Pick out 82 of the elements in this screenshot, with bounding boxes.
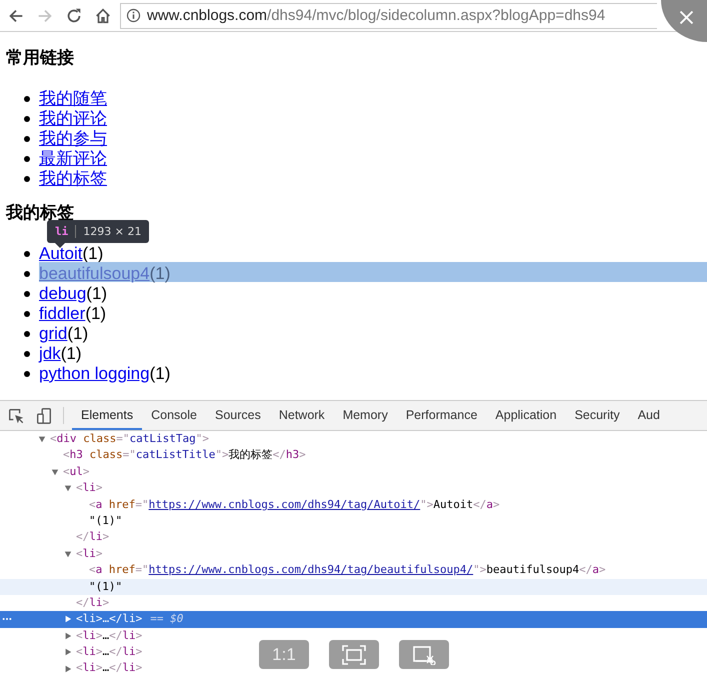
url-text: www.cnblogs.com/dhs94/mvc/blog/sidecolumn.aspx?blogApp=dhs94 xyxy=(147,7,606,24)
section-heading: 常用链接 xyxy=(6,47,75,70)
count-text: (1) xyxy=(86,284,108,304)
size-text: 1293 × 21 xyxy=(83,224,142,240)
more-icon[interactable] xyxy=(2,617,12,622)
link[interactable]: 最新评论 xyxy=(39,149,107,169)
count-text: (1) xyxy=(60,344,82,364)
hovered-node-row[interactable]: "(1)" xyxy=(0,578,707,595)
inspect-icon[interactable] xyxy=(7,406,25,424)
link[interactable]: python logging xyxy=(39,364,150,384)
bullet-icon xyxy=(24,96,30,102)
screenshot-scissors-icon xyxy=(412,644,436,664)
reload-icon[interactable] xyxy=(65,6,83,24)
code-line: <h3 class="catListTitle">我的标签</h3> xyxy=(63,447,306,464)
fit-frame-icon xyxy=(342,644,366,664)
selected-node-row[interactable]: <li>…</li> == $0 xyxy=(0,611,707,628)
link[interactable]: 我的随笔 xyxy=(39,89,107,109)
bullet-icon xyxy=(24,331,30,337)
code-line[interactable]: </li> xyxy=(76,529,110,546)
count-text: (1) xyxy=(150,364,170,384)
expanded-arrow-icon[interactable] xyxy=(51,468,59,476)
screenshot-button[interactable] xyxy=(399,640,449,669)
code-line: <li> xyxy=(76,480,102,496)
code-line: <a href="https://www.cnblogs.com/dhs94/tag/Autoit/">Autoit</a> xyxy=(89,496,500,513)
bullet-icon xyxy=(24,271,30,277)
expanded-arrow-icon[interactable] xyxy=(64,550,72,558)
bullet-icon xyxy=(24,291,30,297)
code-line: <li>…</li> xyxy=(76,644,142,660)
code-line: <div class="catListTag"> xyxy=(50,431,209,447)
count-text: (1) xyxy=(85,304,106,324)
bullet-icon xyxy=(24,116,30,122)
collapsed-arrow-icon[interactable] xyxy=(64,664,72,673)
bullet-icon xyxy=(24,176,30,182)
link[interactable]: 我的参与 xyxy=(39,129,107,149)
link[interactable]: jdk xyxy=(39,344,61,364)
link[interactable]: grid xyxy=(39,324,68,344)
code-line: <li>…</li> xyxy=(76,611,142,628)
home-icon[interactable] xyxy=(94,6,112,24)
link[interactable]: fiddler xyxy=(39,304,86,324)
collapsed-arrow-icon[interactable] xyxy=(64,615,72,624)
collapsed-arrow-icon[interactable] xyxy=(64,632,72,640)
link[interactable]: debug xyxy=(39,284,86,304)
devtools-tab[interactable]: Memory xyxy=(334,401,397,430)
code-line: <li>…</li> xyxy=(76,660,142,676)
code-line: "(1)" xyxy=(89,578,122,595)
expanded-arrow-icon[interactable] xyxy=(64,484,72,492)
bullet-icon xyxy=(24,251,30,257)
link[interactable]: 我的标签 xyxy=(39,169,107,189)
close-icon xyxy=(678,9,695,26)
devtools-tab[interactable]: Network xyxy=(270,401,334,430)
address-bar[interactable]: www.cnblogs.com/dhs94/mvc/blog/sidecolumn.aspx?blogApp=dhs94 xyxy=(120,2,657,28)
count-text: (1) xyxy=(82,244,104,264)
bullet-icon xyxy=(24,351,30,357)
code-line: <a href="https://www.cnblogs.com/dhs94/tag/beautifulsoup4/">beautifulsoup4</a> xyxy=(89,562,606,578)
devtools-tab[interactable]: Elements xyxy=(72,401,142,430)
info-icon[interactable] xyxy=(126,8,141,23)
fit-button[interactable] xyxy=(329,640,379,669)
count-text: (1) xyxy=(150,264,170,284)
devtools-tab[interactable]: Console xyxy=(142,401,206,430)
tag-name: li xyxy=(55,224,68,240)
link[interactable]: Autoit xyxy=(39,244,82,264)
code-line[interactable]: </li> xyxy=(76,594,110,612)
expanded-arrow-icon[interactable] xyxy=(38,435,46,444)
devtools-tab[interactable]: Performance xyxy=(396,401,486,430)
bullet-icon xyxy=(24,371,30,377)
code-line: "(1)" xyxy=(89,512,122,529)
code-line: <ul> xyxy=(63,464,90,480)
section-heading: 我的标签 xyxy=(6,202,75,225)
code-line: <li> xyxy=(76,546,102,562)
count-text: (1) xyxy=(67,324,88,344)
code-line: <li>…</li> xyxy=(76,628,142,644)
devtools-tab[interactable]: Sources xyxy=(206,401,270,430)
devtools-tab[interactable]: Application xyxy=(486,401,566,430)
devtools-tab[interactable]: Aud xyxy=(628,401,669,430)
devtools-tab[interactable]: Security xyxy=(566,401,629,430)
link[interactable]: 我的评论 xyxy=(39,109,107,129)
bullet-icon xyxy=(24,136,30,142)
collapsed-arrow-icon[interactable] xyxy=(64,648,72,656)
console-ref-text: == $0 xyxy=(150,611,184,628)
bullet-icon xyxy=(24,311,30,317)
device-icon[interactable] xyxy=(35,406,53,424)
bullet-icon xyxy=(24,156,30,162)
